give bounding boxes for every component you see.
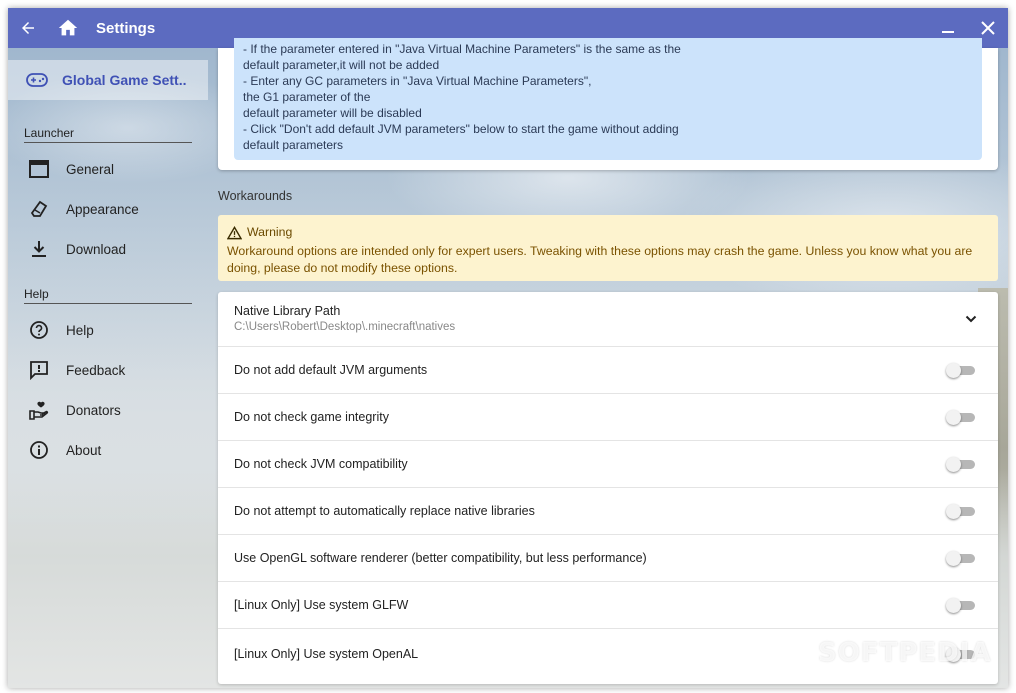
brush-icon <box>28 198 50 220</box>
home-icon <box>58 19 78 36</box>
back-button[interactable] <box>8 8 48 48</box>
home-button[interactable] <box>48 8 88 48</box>
native-library-path-label: Native Library Path <box>234 304 341 318</box>
donate-hand-icon <box>28 399 50 421</box>
sidebar-item-donators[interactable]: Donators <box>8 390 208 430</box>
toggle-switch[interactable] <box>946 551 976 566</box>
feedback-icon <box>28 359 50 381</box>
minimize-icon <box>942 31 954 33</box>
workarounds-section-title: Workarounds <box>218 189 293 203</box>
toggle-label: Do not add default JVM arguments <box>234 363 428 377</box>
settings-window: Settings Global Game Sett... Launcher Ge… <box>8 8 1008 688</box>
warning-title: Warning <box>247 225 293 239</box>
native-library-path-value: C:\Users\Robert\Desktop\.minecraft\nativ… <box>234 321 456 333</box>
toggle-switch[interactable] <box>946 598 976 613</box>
sidebar-item-label: General <box>66 161 115 177</box>
native-library-path-row[interactable]: Native Library Path C:\Users\Robert\Desk… <box>218 292 998 347</box>
warning-text: Workaround options are intended only for… <box>227 244 973 275</box>
toggle-label: Do not check game integrity <box>234 410 389 424</box>
toggle-row-no-native-replace[interactable]: Do not attempt to automatically replace … <box>218 488 998 535</box>
toggle-switch[interactable] <box>946 363 976 378</box>
toggle-label: [Linux Only] Use system GLFW <box>234 598 409 612</box>
window-icon <box>28 158 50 180</box>
warning-box: Warning Workaround options are intended … <box>218 215 998 281</box>
toggle-label: [Linux Only] Use system OpenAL <box>234 646 419 661</box>
jvm-info-card: - If the parameter entered in "Java Virt… <box>218 38 998 170</box>
sidebar-item-feedback[interactable]: Feedback <box>8 350 208 390</box>
sidebar-item-general[interactable]: General <box>8 149 208 189</box>
toggle-row-system-glfw[interactable]: [Linux Only] Use system GLFW <box>218 582 998 629</box>
sidebar-item-help[interactable]: Help <box>8 310 208 350</box>
toggle-switch[interactable] <box>946 457 976 472</box>
toggle-switch[interactable] <box>946 504 976 519</box>
toggle-row-no-default-jvm-args[interactable]: Do not add default JVM arguments <box>218 347 998 394</box>
toggle-row-no-game-integrity[interactable]: Do not check game integrity <box>218 394 998 441</box>
download-icon <box>28 238 50 260</box>
info-line: default parameters <box>243 138 344 152</box>
sidebar-item-label: Help <box>66 322 94 338</box>
gamepad-icon <box>26 69 48 91</box>
workarounds-list: Native Library Path C:\Users\Robert\Desk… <box>218 292 998 684</box>
sidebar-item-label: Donators <box>66 402 121 418</box>
warning-triangle-icon <box>227 225 242 239</box>
sidebar-header-launcher: Launcher <box>24 126 192 143</box>
chevron-down-icon[interactable] <box>964 312 978 326</box>
window-title: Settings <box>96 19 156 37</box>
toggle-label: Do not attempt to automatically replace … <box>234 504 535 518</box>
info-line: - Click "Don't add default JVM parameter… <box>243 122 679 136</box>
toggle-switch[interactable] <box>946 410 976 425</box>
softpedia-watermark: SOFTPEDIA <box>818 638 992 668</box>
toggle-label: Use OpenGL software renderer (better com… <box>234 551 647 565</box>
toggle-label: Do not check JVM compatibility <box>234 457 408 471</box>
info-icon <box>28 439 50 461</box>
info-line: default parameter will be disabled <box>243 106 422 120</box>
sidebar-item-label: About <box>66 442 102 458</box>
toggle-row-opengl-software[interactable]: Use OpenGL software renderer (better com… <box>218 535 998 582</box>
close-icon <box>981 21 995 35</box>
settings-content[interactable]: - If the parameter entered in "Java Virt… <box>218 38 998 688</box>
help-circle-icon <box>28 319 50 341</box>
sidebar: Global Game Sett... Launcher General App… <box>8 48 208 688</box>
sidebar-item-label: Appearance <box>66 201 139 217</box>
back-arrow-icon <box>22 22 34 34</box>
sidebar-header-help: Help <box>24 287 192 304</box>
sidebar-item-label: Global Game Sett... <box>62 72 186 88</box>
sidebar-item-label: Feedback <box>66 362 126 378</box>
info-line: default parameter,it will not be added <box>243 58 440 72</box>
info-line: - If the parameter entered in "Java Virt… <box>243 42 681 56</box>
sidebar-item-label: Download <box>66 241 127 257</box>
info-line: the G1 parameter of the <box>243 90 371 104</box>
info-line: - Enter any GC parameters in "Java Virtu… <box>243 74 592 88</box>
sidebar-item-global-game-settings[interactable]: Global Game Sett... <box>8 60 208 100</box>
sidebar-item-appearance[interactable]: Appearance <box>8 189 208 229</box>
sidebar-item-about[interactable]: About <box>8 430 208 470</box>
jvm-info-box: - If the parameter entered in "Java Virt… <box>234 38 982 160</box>
sidebar-item-download[interactable]: Download <box>8 229 208 269</box>
toggle-row-no-jvm-compat[interactable]: Do not check JVM compatibility <box>218 441 998 488</box>
